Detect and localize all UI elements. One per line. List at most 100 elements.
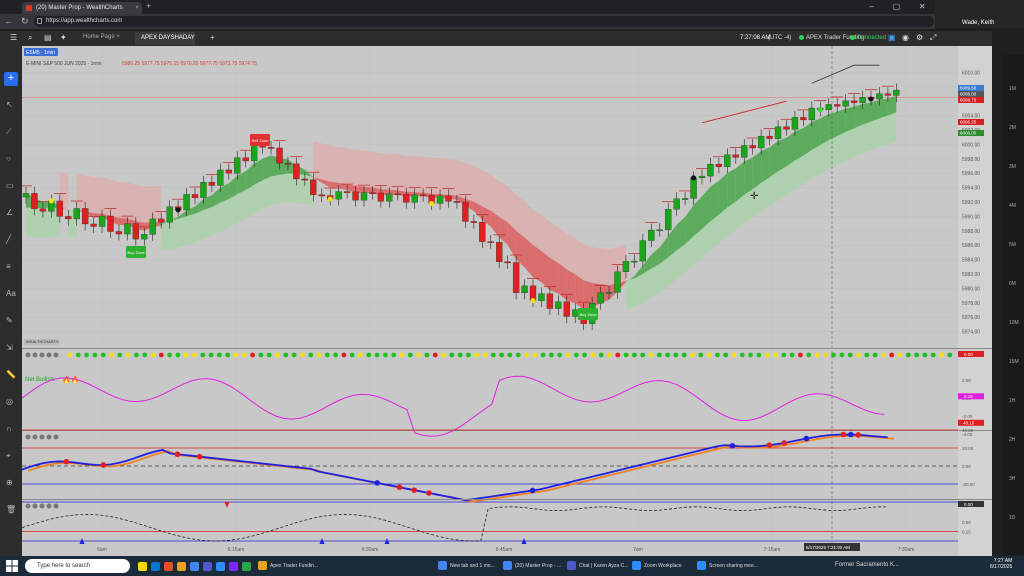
circle-icon[interactable]: ○ [6,154,11,163]
eye-icon[interactable]: ◎ [6,397,13,406]
address-bar[interactable]: https://app.wealthcharts.com [34,16,934,27]
timeframe-label[interactable]: 3H [1009,476,1015,482]
magnet-icon[interactable]: ∩ [6,424,12,433]
line-icon[interactable]: ╱ [6,235,11,244]
timeframe-label[interactable]: 15M [1009,359,1019,365]
taskbar-window-button[interactable]: Apex Trader Fundin... [258,560,318,573]
outer-band-segment [347,148,356,186]
time-tick-label: 7:15am [764,547,781,553]
osc-tick-label: 0.00 [962,464,971,469]
ema-cloud-segment [786,131,795,167]
taskbar-app-icon[interactable] [242,562,251,571]
stoch-panel-control-icon [46,503,52,509]
taskbar-window-button[interactable]: Zoom Workplace [632,560,682,573]
price-chart[interactable]: 6/17/2025 7:21:00 AM ✛ Sell Zone Buy Zone Bu… [22,46,992,556]
outer-band-segment [118,181,128,219]
candle-body [411,194,418,203]
taskbar-app-icon[interactable] [229,562,238,571]
measure-icon[interactable]: ⇲ [6,343,13,352]
timeframe-label[interactable]: 1H [1009,398,1015,404]
add-tab-icon[interactable]: + [210,33,215,42]
zoom-icon[interactable]: ⊕ [6,478,13,487]
news-widget[interactable]: Former Sacramento K... [835,562,899,568]
settings-icon[interactable]: ⚙ [916,33,923,42]
close-icon[interactable]: × [135,2,139,14]
candle-body [284,162,292,165]
ema-cloud-segment [854,103,863,129]
new-tab-icon[interactable]: + [146,1,151,11]
taskbar-clock[interactable]: 7:27 AM 6/17/2025 [990,558,1012,570]
browser-tab-active[interactable]: (20) Master Prop - WealthCharts × [22,2,142,14]
timeframe-label[interactable]: 6M [1009,281,1016,287]
outer-band-segment [634,273,643,308]
timeframe-label[interactable]: 10M [1009,320,1019,326]
taskbar-window-button[interactable]: Chat | Karen Ayza C... [567,560,628,573]
taskbar-app-icon[interactable] [151,562,160,571]
timeframe-label[interactable]: 5M [1009,242,1016,248]
trend-angle-icon[interactable]: ∠ [6,208,13,217]
app-icon [567,561,576,571]
taskbar-window-button[interactable]: (20) Master Prop - ... [503,560,561,573]
signal-dot [432,352,438,358]
search-icon[interactable]: ⌕ [28,33,32,43]
timeframe-label[interactable]: 2M [1009,125,1016,131]
ai-icon[interactable]: ✦ [60,33,67,42]
maximize-icon[interactable]: ▢ [893,0,901,14]
outer-band-segment [592,246,601,285]
tab-home-page[interactable]: Home Page × [83,34,120,40]
outer-band-segment [237,190,246,223]
timeframe-label[interactable]: 4M [1009,203,1016,209]
candle-body [724,154,731,167]
minimize-icon[interactable]: – [869,0,873,14]
timeframe-label[interactable]: 1M [1009,86,1016,92]
taskbar-app-icon[interactable] [164,562,173,571]
text-icon[interactable]: Aa [6,289,16,298]
outer-band-segment [499,180,508,223]
taskbar-window-button[interactable]: Screen sharing mee... [697,560,758,573]
signal-dot [939,352,944,358]
ema-cloud-segment [735,161,745,202]
tab-label: APEX DAYSHADAY [141,35,195,41]
taskbar-app-icon[interactable] [190,562,199,571]
signal-dot [391,352,397,358]
windows-start-icon[interactable] [6,560,18,572]
taskbar-app-icon[interactable] [138,562,147,571]
tab-apex[interactable]: APEX DAYSHADAY × [135,32,195,54]
menu-icon[interactable]: ☰ [10,33,17,42]
candle-body [462,201,469,222]
note-icon[interactable]: ▭ [6,181,14,190]
fib-icon[interactable]: ≡ [6,262,11,271]
taskbar-search-input[interactable]: Type here to search [25,559,130,573]
signal-dot [515,352,521,358]
trendline-icon[interactable]: ⟋ [6,127,12,137]
price-tick-label: 5984.00 [962,258,980,264]
trash-icon[interactable]: 🗑 [6,505,16,514]
screenshot-icon[interactable]: ◉ [902,33,909,42]
candle-body [572,309,579,317]
signal-dot [117,352,123,358]
taskbar-app-icon[interactable] [177,562,186,571]
lock-icon[interactable]: ⌖ [6,451,11,461]
add-indicator-button[interactable]: + [4,72,18,86]
taskbar-app-icon[interactable] [216,562,225,571]
taskbar-app-icon[interactable] [203,562,212,571]
fullscreen-icon[interactable]: ⤢ [930,33,936,43]
timeframe-label[interactable]: 2H [1009,437,1015,443]
ema-cloud-segment [364,186,373,193]
price-tick-label: 5998.00 [962,157,980,163]
timeframe-label[interactable]: 3M [1009,164,1016,170]
ruler-icon[interactable]: 📏 [6,370,16,379]
timeframe-label[interactable]: 1D [1009,515,1015,521]
candle-body [766,135,773,139]
layout-icon[interactable]: ▤ [44,33,52,42]
cursor-icon[interactable]: ↖ [6,100,13,109]
pencil-icon[interactable]: ✎ [6,316,13,325]
price-tick-label: 6010.00 [962,70,980,76]
reload-icon[interactable]: ↻ [21,14,29,29]
close-window-icon[interactable]: ✕ [919,0,926,14]
back-icon[interactable]: ← [4,14,13,29]
timezone[interactable]: (UTC -4) [768,35,791,41]
save-icon[interactable]: ▣ [888,33,896,42]
outer-band-segment [220,199,229,232]
taskbar-window-button[interactable]: New tab and 1 mo... [438,560,495,573]
